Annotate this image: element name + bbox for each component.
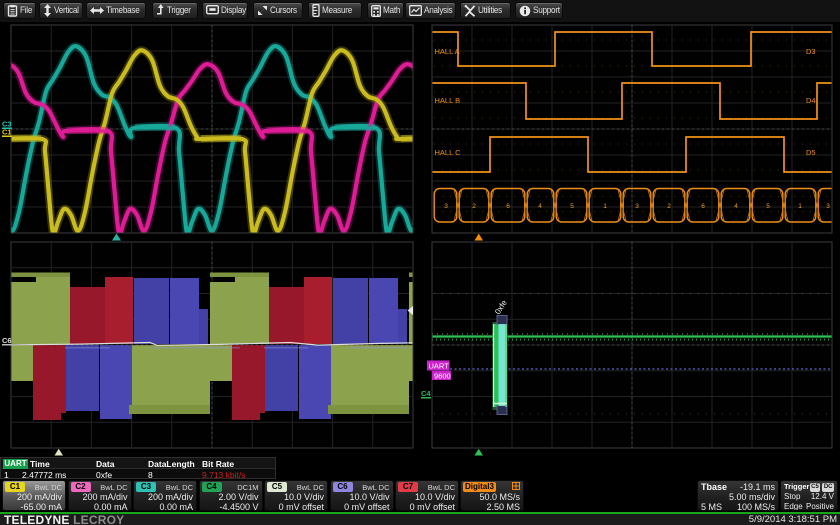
svg-text:9600: 9600	[434, 372, 451, 381]
svg-text:3: 3	[826, 203, 830, 210]
svg-text:4: 4	[538, 203, 542, 210]
svg-text:4: 4	[734, 203, 738, 210]
svg-text:3: 3	[444, 203, 448, 210]
svg-text:1: 1	[798, 203, 802, 210]
svg-text:5: 5	[766, 203, 770, 210]
svg-text:6: 6	[506, 203, 510, 210]
svg-text:C1: C1	[2, 128, 12, 137]
svg-text:C6: C6	[2, 336, 12, 345]
svg-text:HALL A: HALL A	[435, 47, 460, 56]
svg-text:UART: UART	[429, 362, 450, 371]
svg-text:5: 5	[570, 203, 574, 210]
svg-text:2: 2	[472, 203, 476, 210]
svg-text:D3: D3	[806, 47, 816, 56]
svg-text:HALL B: HALL B	[435, 96, 461, 105]
svg-text:D5: D5	[806, 148, 816, 157]
svg-text:C4: C4	[421, 389, 431, 398]
svg-text:HALL C: HALL C	[435, 148, 462, 157]
svg-text:3: 3	[635, 203, 639, 210]
svg-text:2: 2	[667, 203, 671, 210]
svg-text:1: 1	[603, 203, 607, 210]
svg-text:6: 6	[701, 203, 705, 210]
svg-text:D4: D4	[806, 96, 816, 105]
